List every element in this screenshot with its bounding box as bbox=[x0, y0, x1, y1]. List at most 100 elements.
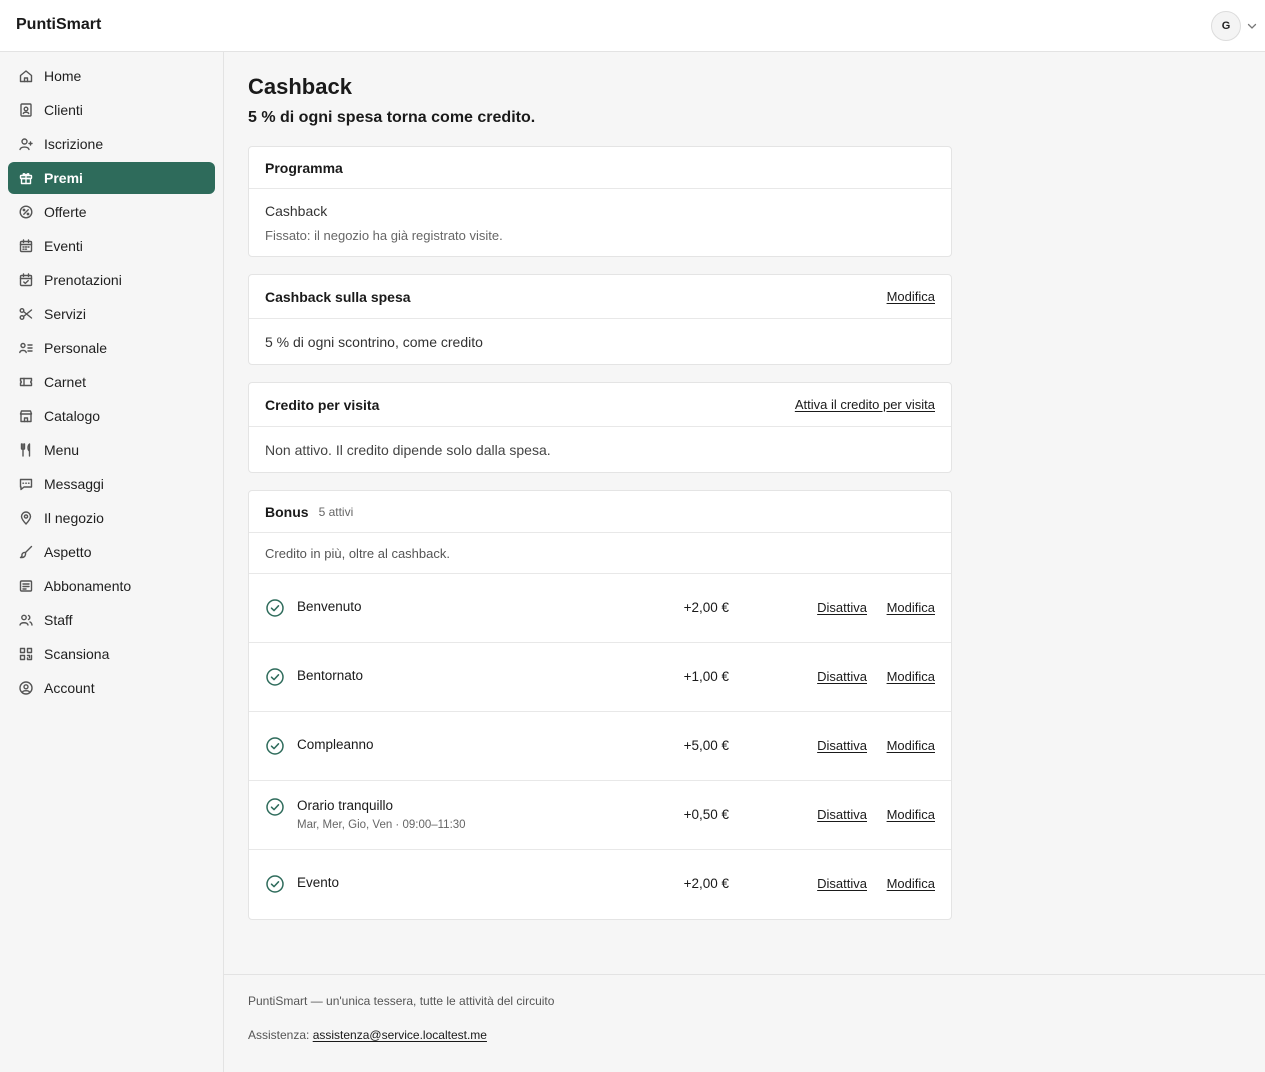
sidebar-item-label: Personale bbox=[44, 340, 108, 356]
sidebar-item-label: Eventi bbox=[44, 238, 83, 254]
utensils-icon bbox=[18, 442, 34, 458]
avatar[interactable]: G bbox=[1211, 11, 1241, 41]
bonus-edit-link[interactable]: Modifica bbox=[887, 876, 935, 891]
account-menu[interactable]: G bbox=[1211, 11, 1257, 41]
sidebar-item-account[interactable]: Account bbox=[8, 672, 215, 704]
bonus-row: Evento +2,00 € Disattiva Modifica bbox=[249, 850, 951, 919]
sidebar-item-clienti[interactable]: Clienti bbox=[8, 94, 215, 126]
bonus-disable-link[interactable]: Disattiva bbox=[817, 876, 867, 891]
page-subtitle: 5 % di ogni spesa torna come credito. bbox=[248, 109, 536, 126]
sidebar-item-premi[interactable]: Premi bbox=[8, 162, 215, 194]
support-label: Assistenza: bbox=[248, 1028, 310, 1042]
program-card: Programma Cashback Fissato: il negozio h… bbox=[248, 146, 952, 257]
sidebar-item-label: Account bbox=[44, 680, 95, 696]
sidebar-item-label: Carnet bbox=[44, 374, 87, 390]
users-icon bbox=[18, 612, 34, 628]
bonus-schedule: Mar, Mer, Gio, Ven · 09:00–11:30 bbox=[297, 819, 466, 831]
sidebar-item-offerte[interactable]: Offerte bbox=[8, 196, 215, 228]
program-value: Cashback bbox=[265, 203, 328, 219]
sidebar-item-carnet[interactable]: Carnet bbox=[8, 366, 215, 398]
sidebar-item-il-negozio[interactable]: Il negozio bbox=[8, 502, 215, 534]
bonus-disable-link[interactable]: Disattiva bbox=[817, 807, 867, 822]
sidebar-item-home[interactable]: Home bbox=[8, 60, 215, 92]
sidebar-item-abbonamento[interactable]: Abbonamento bbox=[8, 570, 215, 602]
bonus-amount: +1,00 € bbox=[683, 669, 729, 684]
bonus-card-title: Bonus bbox=[265, 503, 309, 520]
cashback-edit-link[interactable]: Modifica bbox=[887, 289, 935, 304]
bonus-amount: +5,00 € bbox=[683, 738, 729, 753]
bonus-card: Bonus 5 attivi Credito in più, oltre al … bbox=[248, 490, 952, 920]
scissors-icon bbox=[18, 306, 34, 322]
ticket-icon bbox=[18, 374, 34, 390]
program-card-header: Programma bbox=[249, 147, 951, 189]
sidebar-item-prenotazioni[interactable]: Prenotazioni bbox=[8, 264, 215, 296]
sidebar-item-label: Il negozio bbox=[44, 510, 104, 526]
sidebar-item-label: Catalogo bbox=[44, 408, 101, 424]
bonus-description: Credito in più, oltre al cashback. bbox=[249, 533, 951, 574]
bonus-edit-link[interactable]: Modifica bbox=[887, 669, 935, 684]
sidebar-item-catalogo[interactable]: Catalogo bbox=[8, 400, 215, 432]
sidebar-item-label: Abbonamento bbox=[44, 578, 132, 594]
sidebar-item-scansiona[interactable]: Scansiona bbox=[8, 638, 215, 670]
bonus-edit-link[interactable]: Modifica bbox=[887, 600, 935, 615]
visit-credit-header: Credito per visita Attiva il credito per… bbox=[249, 383, 951, 427]
page-title: Cashback bbox=[248, 74, 352, 99]
check-circle-icon bbox=[265, 874, 285, 894]
brand-logo[interactable]: PuntiSmart bbox=[16, 16, 101, 34]
sidebar-item-personale[interactable]: Personale bbox=[8, 332, 215, 364]
sidebar-item-servizi[interactable]: Servizi bbox=[8, 298, 215, 330]
receipt-icon bbox=[18, 578, 34, 594]
visit-credit-text: Non attivo. Il credito dipende solo dall… bbox=[265, 441, 551, 458]
brush-icon bbox=[18, 544, 34, 560]
sidebar-item-label: Prenotazioni bbox=[44, 272, 122, 288]
sidebar-item-messaggi[interactable]: Messaggi bbox=[8, 468, 215, 500]
footer: PuntiSmart — un'unica tessera, tutte le … bbox=[224, 974, 1265, 1072]
sidebar-item-menu[interactable]: Menu bbox=[8, 434, 215, 466]
bonus-amount: +2,00 € bbox=[683, 600, 729, 615]
check-circle-icon bbox=[265, 667, 285, 687]
sidebar-item-label: Aspetto bbox=[44, 544, 92, 560]
user-plus-icon bbox=[18, 136, 34, 152]
percent-badge-icon bbox=[18, 204, 34, 220]
bonus-name: Orario tranquillo bbox=[297, 798, 394, 813]
program-note: Fissato: il negozio ha già registrato vi… bbox=[265, 228, 503, 243]
map-pin-icon bbox=[18, 510, 34, 526]
footer-tagline: PuntiSmart — un'unica tessera, tutte le … bbox=[248, 994, 555, 1008]
cashback-text: 5 % di ogni scontrino, come credito bbox=[265, 333, 483, 350]
bonus-edit-link[interactable]: Modifica bbox=[887, 738, 935, 753]
bonus-name: Evento bbox=[297, 875, 340, 890]
sidebar-item-aspetto[interactable]: Aspetto bbox=[8, 536, 215, 568]
check-circle-icon bbox=[265, 598, 285, 618]
sidebar-item-staff[interactable]: Staff bbox=[8, 604, 215, 636]
staff-list-icon bbox=[18, 340, 34, 356]
sidebar-item-eventi[interactable]: Eventi bbox=[8, 230, 215, 262]
sidebar-item-label: Iscrizione bbox=[44, 136, 104, 152]
bonus-amount: +2,00 € bbox=[683, 876, 729, 891]
sidebar-item-label: Messaggi bbox=[44, 476, 104, 492]
bonus-amount: +0,50 € bbox=[683, 807, 729, 822]
bonus-edit-link[interactable]: Modifica bbox=[887, 807, 935, 822]
bonus-row: Benvenuto +2,00 € Disattiva Modifica bbox=[249, 574, 951, 643]
sidebar-item-label: Scansiona bbox=[44, 646, 110, 662]
sidebar-nav: Home Clienti Iscrizione Premi Offerte Eventi P… bbox=[0, 52, 223, 704]
bonus-disable-link[interactable]: Disattiva bbox=[817, 669, 867, 684]
bonus-row: Compleanno +5,00 € Disattiva Modifica bbox=[249, 712, 951, 781]
bonus-card-header: Bonus 5 attivi bbox=[249, 491, 951, 533]
bonus-disable-link[interactable]: Disattiva bbox=[817, 738, 867, 753]
bonus-name: Compleanno bbox=[297, 737, 374, 752]
support-email-link[interactable]: assistenza@service.localtest.me bbox=[313, 1028, 487, 1042]
sidebar-item-iscrizione[interactable]: Iscrizione bbox=[8, 128, 215, 160]
visit-credit-title: Credito per visita bbox=[265, 396, 380, 413]
top-bar: PuntiSmart G bbox=[0, 0, 1265, 52]
store-icon bbox=[18, 408, 34, 424]
sidebar-item-label: Menu bbox=[44, 442, 80, 458]
bonus-count-badge: 5 attivi bbox=[318, 504, 354, 519]
main-content: Cashback 5 % di ogni spesa torna come cr… bbox=[224, 52, 1265, 920]
contacts-icon bbox=[18, 102, 34, 118]
bonus-disable-link[interactable]: Disattiva bbox=[817, 600, 867, 615]
bonus-row: Orario tranquillo Mar, Mer, Gio, Ven · 09… bbox=[249, 781, 951, 850]
activate-visit-credit-link[interactable]: Attiva il credito per visita bbox=[795, 397, 935, 412]
cashback-card-title: Cashback sulla spesa bbox=[265, 288, 411, 305]
bonus-name: Benvenuto bbox=[297, 599, 362, 614]
program-card-title: Programma bbox=[265, 159, 343, 176]
